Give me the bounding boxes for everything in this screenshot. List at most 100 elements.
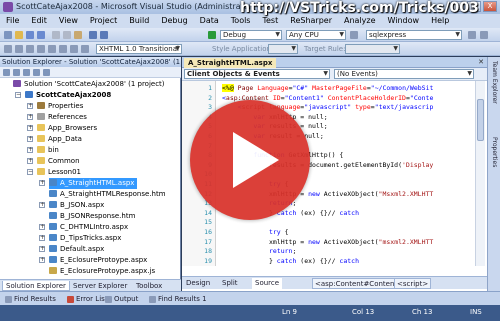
tree-item[interactable]: Default.aspx (49, 244, 104, 255)
show-all-files-icon[interactable] (13, 69, 20, 76)
tree-item[interactable]: App_Browsers (37, 123, 97, 134)
client-objects-select[interactable]: Client Objects & Events ▼ (184, 69, 330, 79)
tree-item-label: D_TipsTricks.aspx (60, 234, 122, 242)
collapse-toggle[interactable]: − (27, 169, 33, 175)
copy-icon[interactable] (63, 31, 71, 39)
expand-toggle[interactable]: + (39, 224, 45, 230)
expand-toggle[interactable]: + (27, 147, 33, 153)
tab-find-results-1[interactable]: Find Results 1 (148, 294, 207, 304)
open-file-icon[interactable] (15, 31, 23, 39)
close-tab-icon[interactable]: ✕ (478, 58, 484, 66)
split-view-button[interactable]: Split (222, 278, 238, 289)
undo-icon[interactable] (89, 31, 97, 39)
design-view-button[interactable]: Design (186, 278, 210, 289)
expand-toggle[interactable]: + (39, 235, 45, 241)
server-select[interactable]: sqlexpress ▼ (366, 30, 462, 40)
expand-toggle[interactable]: + (27, 136, 33, 142)
tab-server-explorer[interactable]: Server Explorer (70, 281, 130, 291)
properties-icon[interactable] (480, 31, 488, 39)
tree-item-label: C_DHTMLIntro.aspx (60, 223, 129, 231)
tab-properties[interactable]: Properties (489, 137, 500, 167)
style-application-select[interactable]: ▼ (268, 44, 298, 54)
cut-icon[interactable] (52, 31, 60, 39)
editor-view-bar: Design Split Source <asp:Content#Content… (182, 276, 487, 289)
close-button[interactable]: X (483, 1, 497, 12)
solution-explorer-icon[interactable] (468, 31, 476, 39)
refresh-icon[interactable] (23, 69, 30, 76)
menu-project[interactable]: Project (84, 14, 123, 25)
tree-item[interactable]: App_Data (37, 134, 82, 145)
find-icon[interactable] (350, 31, 358, 39)
tree-item[interactable]: B_JSON.aspx (49, 200, 104, 211)
tree-item[interactable]: Common (37, 156, 80, 167)
platform-select[interactable]: Any CPU ▼ (286, 30, 346, 40)
redo-icon[interactable] (100, 31, 108, 39)
expand-toggle[interactable]: + (27, 125, 33, 131)
expand-toggle[interactable]: + (27, 114, 33, 120)
paste-icon[interactable] (74, 31, 82, 39)
configuration-select[interactable]: Debug ▼ (220, 30, 282, 40)
new-project-icon[interactable] (4, 31, 12, 39)
tree-item-label: Default.aspx (60, 245, 105, 253)
tree-item[interactable]: A_StraightHTMLResponse.htm (49, 189, 166, 200)
toolbar-icon[interactable] (37, 45, 45, 53)
view-designer-icon[interactable] (43, 69, 50, 76)
expand-toggle[interactable]: + (39, 257, 45, 263)
tree-item[interactable]: C_DHTMLIntro.aspx (49, 222, 128, 233)
target-rule-select[interactable]: ▼ (345, 44, 400, 54)
tree-item[interactable]: Solution 'ScottCateAjax2008' (1 project) (13, 79, 165, 90)
toolbar-icon[interactable] (48, 45, 56, 53)
expand-toggle[interactable]: + (39, 202, 45, 208)
toolbar-icon[interactable] (59, 45, 67, 53)
toolbar-icon[interactable] (4, 45, 12, 53)
events-select[interactable]: (No Events) ▼ (334, 69, 474, 79)
tab-a-straighthtml-aspx[interactable]: A_StraightHTML.aspx (184, 58, 277, 68)
tab-team-explorer[interactable]: Team Explorer (489, 61, 500, 104)
tree-item[interactable]: E_EclosureProtoype.aspx (49, 255, 147, 266)
play-icon (233, 132, 279, 188)
menu-debug[interactable]: Debug (155, 14, 193, 25)
tree-item[interactable]: B_JSONResponse.htm (49, 211, 135, 222)
expand-toggle[interactable]: + (27, 103, 33, 109)
video-play-button[interactable] (190, 100, 310, 220)
tab-error-list[interactable]: Error List (66, 294, 108, 304)
tab-solution-explorer[interactable]: Solution Explorer (2, 281, 70, 291)
expand-toggle[interactable]: + (39, 180, 45, 186)
menu-edit[interactable]: Edit (25, 14, 53, 25)
tree-item[interactable]: D_TipsTricks.aspx (49, 233, 121, 244)
tree-item[interactable]: bin (37, 145, 59, 156)
tab-find-results[interactable]: Find Results (4, 294, 56, 304)
menu-file[interactable]: File (0, 14, 25, 25)
source-view-button[interactable]: Source (252, 278, 283, 289)
menu-build[interactable]: Build (123, 14, 155, 25)
menu-data[interactable]: Data (194, 14, 225, 25)
scrollbar-thumb[interactable] (477, 99, 484, 141)
tree-item[interactable]: ScottCateAjax2008 (25, 90, 111, 101)
tree-item[interactable]: References (37, 112, 87, 123)
tree-item[interactable]: Properties (37, 101, 83, 112)
view-code-icon[interactable] (33, 69, 40, 76)
solution-icon (13, 80, 21, 87)
toolbar-icon[interactable] (70, 45, 78, 53)
tree-item[interactable]: Lesson01 (37, 167, 81, 178)
breadcrumb-script[interactable]: <script> (394, 278, 432, 289)
expand-toggle[interactable]: + (27, 158, 33, 164)
html-file-icon (49, 212, 57, 219)
toolbar-icon[interactable] (15, 45, 23, 53)
chevron-down-icon: ▼ (467, 70, 472, 77)
tab-output[interactable]: Output (104, 294, 138, 304)
vertical-scrollbar[interactable] (475, 81, 485, 266)
properties-icon[interactable] (3, 69, 10, 76)
tree-item[interactable]: A_StraightHTML.aspx (49, 178, 138, 189)
expand-toggle[interactable]: + (39, 246, 45, 252)
toolbar-icon[interactable] (81, 45, 89, 53)
toolbar-icon[interactable] (26, 45, 34, 53)
tab-toolbox[interactable]: Toolbox (133, 281, 165, 291)
tree-item[interactable]: E_EclosureProtoype.aspx.js (49, 266, 155, 275)
save-all-icon[interactable] (37, 31, 45, 39)
menu-view[interactable]: View (53, 14, 84, 25)
collapse-toggle[interactable]: − (15, 92, 21, 98)
schema-select[interactable]: XHTML 1.0 Transitional ▼ (96, 44, 182, 54)
start-debugging-icon[interactable] (208, 31, 216, 39)
save-icon[interactable] (26, 31, 34, 39)
